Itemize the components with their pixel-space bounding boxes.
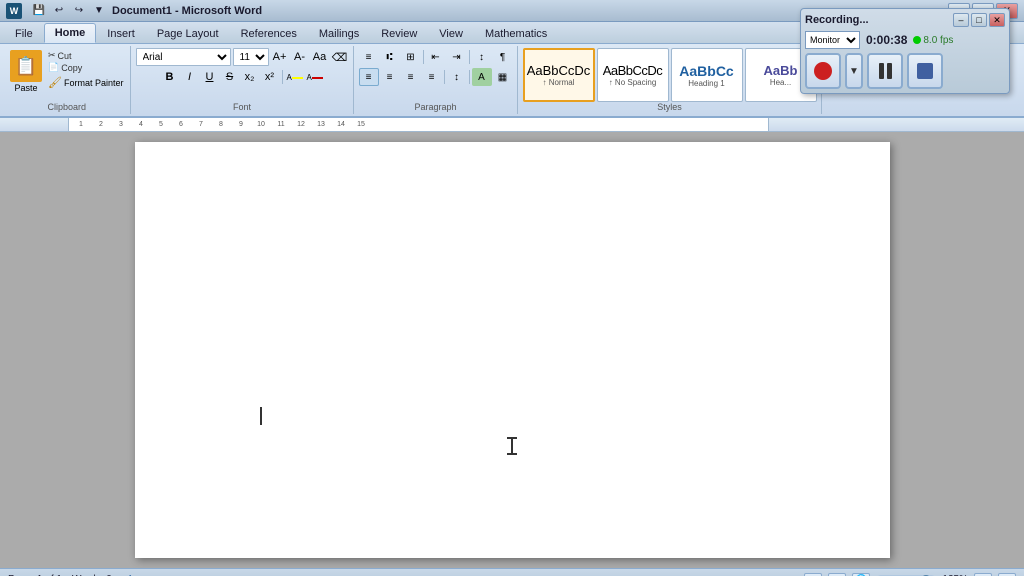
status-bar: Page: 1 of 1 Words: 0 ✓ ▤ ▣ 🌐 125% − + bbox=[0, 568, 1024, 576]
quick-access-undo[interactable]: ↩ bbox=[50, 3, 68, 19]
record-icon bbox=[814, 62, 832, 80]
record-arrow-icon: ▼ bbox=[849, 66, 859, 77]
tab-review[interactable]: Review bbox=[370, 23, 428, 43]
recording-restore-button[interactable]: □ bbox=[971, 13, 987, 27]
tab-mathematics[interactable]: Mathematics bbox=[474, 23, 558, 43]
align-right-button[interactable]: ≡ bbox=[401, 68, 421, 86]
styles-group: AaBbCcDc ↑ Normal AaBbCcDc ↑ No Spacing … bbox=[519, 46, 822, 114]
paste-button[interactable]: 📋 Paste bbox=[8, 48, 44, 95]
recording-time: 0:00:38 bbox=[866, 33, 907, 47]
window-title: Document1 - Microsoft Word bbox=[112, 5, 262, 17]
tab-references[interactable]: References bbox=[230, 23, 308, 43]
paste-icon: 📋 bbox=[10, 50, 42, 82]
quick-access-more[interactable]: ▼ bbox=[90, 3, 108, 19]
superscript-button[interactable]: x² bbox=[261, 68, 279, 86]
copy-icon: 📄 bbox=[48, 62, 59, 73]
style-normal[interactable]: AaBbCcDc ↑ Normal bbox=[523, 48, 595, 102]
document-page[interactable] bbox=[135, 142, 890, 558]
paragraph-group: ≡ ⑆ ⊞ ⇤ ⇥ ↕ ¶ ≡ ≡ ≡ ≡ ↕ bbox=[355, 46, 518, 114]
borders-button[interactable]: ▦ bbox=[493, 68, 513, 86]
sort-button[interactable]: ↕ bbox=[472, 48, 492, 66]
style-no-spacing[interactable]: AaBbCcDc ↑ No Spacing bbox=[597, 48, 669, 102]
ruler: 1 2 3 4 5 6 7 8 9 10 11 12 13 14 15 bbox=[0, 118, 1024, 132]
justify-button[interactable]: ≡ bbox=[422, 68, 442, 86]
text-cursor bbox=[260, 407, 262, 425]
recording-minimize-button[interactable]: – bbox=[953, 13, 969, 27]
record-dropdown-button[interactable]: ▼ bbox=[845, 53, 863, 89]
zoom-out-button[interactable]: − bbox=[974, 573, 992, 576]
stop-icon bbox=[917, 63, 933, 79]
text-highlight-button[interactable]: A bbox=[286, 68, 304, 86]
decrease-indent-button[interactable]: ⇤ bbox=[426, 48, 446, 66]
app-icon: W bbox=[6, 3, 22, 19]
clipboard-group: 📋 Paste ✂ Cut 📄 Copy 🖌 bbox=[4, 46, 131, 114]
format-painter-button[interactable]: 🖌 Format Painter bbox=[46, 75, 126, 90]
tab-home[interactable]: Home bbox=[44, 23, 97, 43]
font-family-select[interactable]: Arial bbox=[136, 48, 231, 66]
shading-button[interactable]: A bbox=[472, 68, 492, 86]
bold-button[interactable]: B bbox=[161, 68, 179, 86]
view-print-button[interactable]: ▣ bbox=[828, 573, 846, 576]
font-color-button[interactable]: A bbox=[306, 68, 324, 86]
tab-page-layout[interactable]: Page Layout bbox=[146, 23, 230, 43]
recording-close-button[interactable]: ✕ bbox=[989, 13, 1005, 27]
underline-button[interactable]: U bbox=[201, 68, 219, 86]
fps-indicator bbox=[913, 36, 921, 44]
bullets-button[interactable]: ≡ bbox=[359, 48, 379, 66]
style-heading1[interactable]: AaBbCc Heading 1 bbox=[671, 48, 743, 102]
pause-button[interactable] bbox=[867, 53, 903, 89]
line-spacing-button[interactable]: ↕ bbox=[447, 68, 467, 86]
stop-button[interactable] bbox=[907, 53, 943, 89]
pause-icon bbox=[879, 63, 892, 79]
font-group: Arial 11 A+ A- Aa ⌫ B I U S x₂ x² bbox=[132, 46, 354, 114]
format-painter-icon: 🖌 bbox=[48, 76, 62, 89]
clear-formatting-button[interactable]: ⌫ bbox=[331, 48, 349, 66]
shrink-font-button[interactable]: A- bbox=[291, 48, 309, 66]
quick-access-save[interactable]: 💾 bbox=[30, 3, 48, 19]
recording-source-select[interactable]: Monitor bbox=[805, 31, 860, 49]
align-center-button[interactable]: ≡ bbox=[380, 68, 400, 86]
zoom-in-button[interactable]: + bbox=[998, 573, 1016, 576]
recording-buttons: ▼ bbox=[805, 53, 1005, 89]
multilevel-list-button[interactable]: ⊞ bbox=[401, 48, 421, 66]
recording-title: Recording... bbox=[805, 14, 869, 26]
tab-file[interactable]: File bbox=[4, 23, 44, 43]
show-formatting-button[interactable]: ¶ bbox=[493, 48, 513, 66]
align-left-button[interactable]: ≡ bbox=[359, 68, 379, 86]
recording-fps: 8.0 fps bbox=[913, 35, 953, 46]
italic-button[interactable]: I bbox=[181, 68, 199, 86]
tab-insert[interactable]: Insert bbox=[96, 23, 146, 43]
copy-button[interactable]: 📄 Copy bbox=[46, 62, 126, 73]
styles-gallery: AaBbCcDc ↑ Normal AaBbCcDc ↑ No Spacing … bbox=[523, 48, 817, 102]
tab-view[interactable]: View bbox=[428, 23, 474, 43]
change-case-button[interactable]: Aa bbox=[311, 48, 329, 66]
numbering-button[interactable]: ⑆ bbox=[380, 48, 400, 66]
tab-mailings[interactable]: Mailings bbox=[308, 23, 370, 43]
record-button[interactable] bbox=[805, 53, 841, 89]
document-area[interactable] bbox=[0, 132, 1024, 568]
cut-button[interactable]: ✂ Cut bbox=[46, 50, 126, 61]
quick-access-redo[interactable]: ↪ bbox=[70, 3, 88, 19]
recording-widget: Recording... – □ ✕ Monitor 0:00:38 8.0 f… bbox=[800, 8, 1010, 94]
view-normal-button[interactable]: ▤ bbox=[804, 573, 822, 576]
grow-font-button[interactable]: A+ bbox=[271, 48, 289, 66]
view-web-button[interactable]: 🌐 bbox=[852, 573, 870, 576]
spell-check-icon[interactable]: ✓ bbox=[122, 571, 134, 576]
subscript-button[interactable]: x₂ bbox=[241, 68, 259, 86]
strikethrough-button[interactable]: S bbox=[221, 68, 239, 86]
font-size-select[interactable]: 11 bbox=[233, 48, 269, 66]
cut-icon: ✂ bbox=[48, 50, 56, 61]
increase-indent-button[interactable]: ⇥ bbox=[447, 48, 467, 66]
